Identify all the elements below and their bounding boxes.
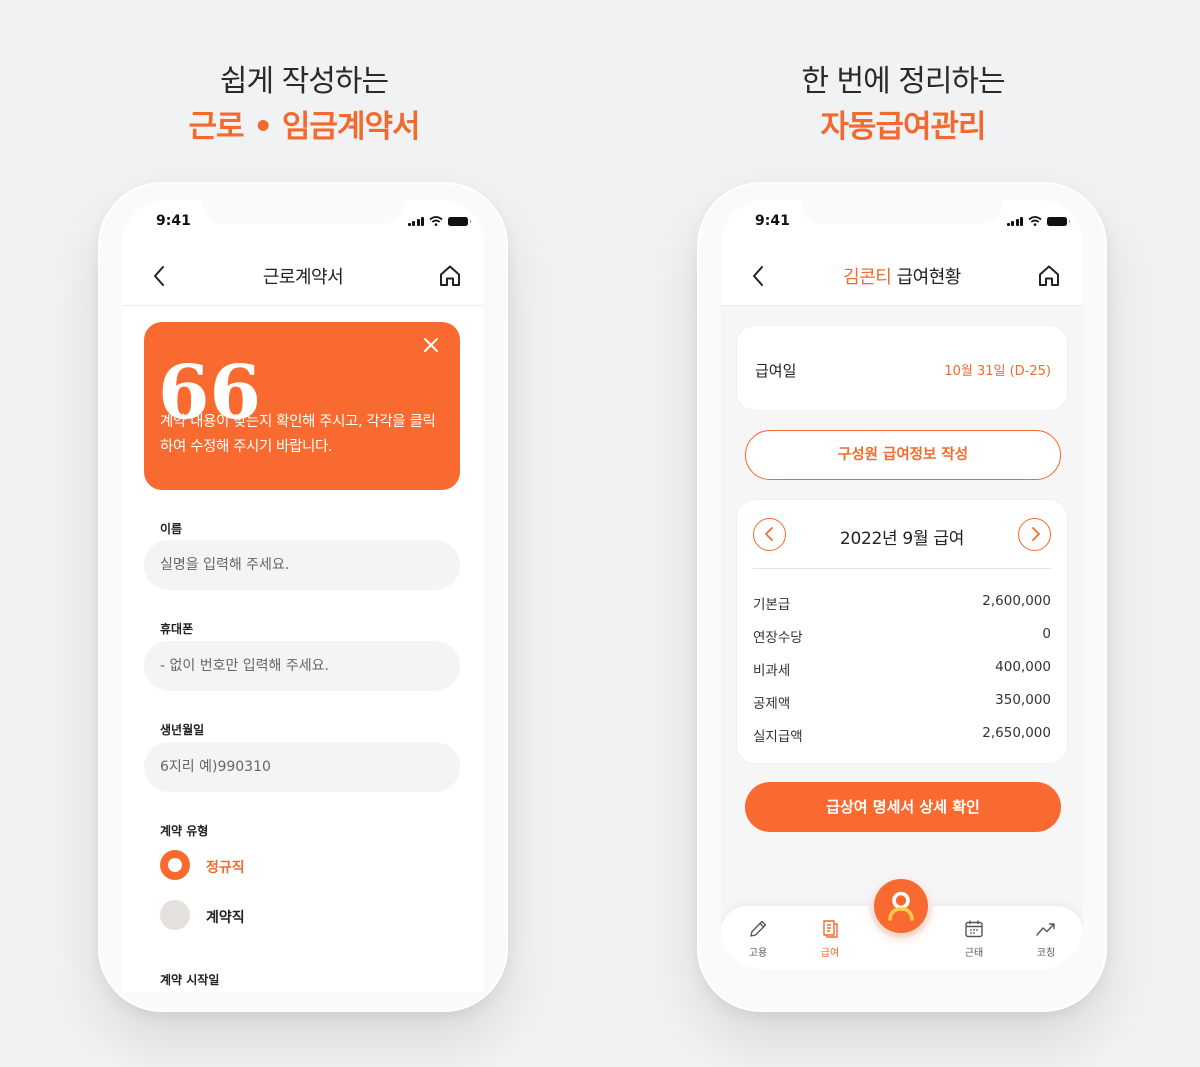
wifi-icon bbox=[1028, 216, 1042, 226]
payroll-screen: 9:41 김콘티 급여현황 급여일 10월 31일 (D-25) 구성원 급여정… bbox=[721, 200, 1083, 970]
row-value: 400,000 bbox=[995, 659, 1051, 675]
row-label: 연장수당 bbox=[753, 630, 803, 646]
start-date-label: 계약 시작일 bbox=[160, 973, 220, 987]
write-salary-info-button[interactable]: 구성원 급여정보 작성 bbox=[745, 430, 1061, 480]
monthly-salary-card: 2022년 9월 급여 기본급 2,600,000 연장수당 0 비과세 400,00… bbox=[737, 500, 1067, 763]
next-month-button[interactable] bbox=[1018, 518, 1051, 551]
salary-row: 비과세 400,000 bbox=[753, 659, 1051, 679]
radio-permanent[interactable] bbox=[160, 850, 190, 880]
status-bar: 9:41 bbox=[721, 212, 1083, 236]
page-title-suffix: 급여현황 bbox=[891, 267, 962, 288]
payday-value: 10월 31일 (D-25) bbox=[944, 364, 1051, 379]
birthdate-label: 생년월일 bbox=[160, 723, 205, 737]
pencil-icon bbox=[750, 920, 767, 937]
person-icon bbox=[888, 891, 914, 921]
home-icon[interactable] bbox=[1037, 264, 1061, 288]
home-icon[interactable] bbox=[438, 264, 462, 288]
row-label: 공제액 bbox=[753, 696, 791, 712]
contract-screen: 9:41 근로계약서 66 계약 내용이 맞는지 확인해 주시고, 각각을 클릭… bbox=[122, 200, 484, 992]
right-phone-mockup: 9:41 김콘티 급여현황 급여일 10월 31일 (D-25) 구성원 급여정… bbox=[697, 182, 1107, 1012]
row-label: 실지급액 bbox=[753, 729, 803, 745]
left-phone-mockup: 9:41 근로계약서 66 계약 내용이 맞는지 확인해 주시고, 각각을 클릭… bbox=[98, 182, 508, 1012]
tab-label: 코칭 bbox=[1036, 948, 1056, 959]
trend-icon bbox=[1036, 923, 1055, 936]
battery-icon bbox=[448, 216, 471, 226]
left-headline-line2: 근로 • 임금계약서 bbox=[188, 109, 420, 145]
radio-contract-label[interactable]: 계약직 bbox=[206, 907, 245, 927]
notice-message: 계약 내용이 맞는지 확인해 주시고, 각각을 클릭하여 수정해 주시기 바랍니… bbox=[160, 414, 436, 455]
radio-permanent-label[interactable]: 정규직 bbox=[206, 857, 245, 877]
calendar-icon bbox=[965, 920, 983, 938]
nav-bar: 김콘티 급여현황 bbox=[721, 250, 1083, 306]
tab-label: 근태 bbox=[964, 948, 984, 959]
wifi-icon bbox=[429, 216, 443, 226]
signal-icon bbox=[407, 216, 424, 226]
close-icon[interactable] bbox=[422, 336, 440, 354]
contract-type-label: 계약 유형 bbox=[160, 824, 209, 838]
left-headline-line1: 쉽게 작성하는 bbox=[219, 64, 389, 99]
nav-bar: 근로계약서 bbox=[122, 250, 484, 306]
profile-fab-button[interactable] bbox=[874, 879, 928, 933]
tab-payroll[interactable]: 급여 bbox=[805, 918, 855, 959]
tab-label: 고용 bbox=[748, 948, 768, 959]
right-headline-line1: 한 번에 정리하는 bbox=[801, 64, 1005, 99]
payday-card: 급여일 10월 31일 (D-25) bbox=[737, 326, 1067, 410]
row-label: 비과세 bbox=[753, 663, 791, 679]
salary-row: 공제액 350,000 bbox=[753, 692, 1051, 712]
payday-label: 급여일 bbox=[755, 362, 797, 380]
tab-attendance[interactable]: 근태 bbox=[949, 918, 999, 959]
signal-icon bbox=[1006, 216, 1023, 226]
row-label: 기본급 bbox=[753, 597, 791, 613]
row-value: 350,000 bbox=[995, 692, 1051, 708]
tab-employment[interactable]: 고용 bbox=[733, 918, 783, 959]
chevron-right-icon bbox=[1032, 527, 1040, 541]
birthdate-input[interactable]: 6지리 예)990310 bbox=[144, 742, 460, 792]
right-headline: 한 번에 정리하는 자동급여관리 bbox=[693, 60, 1113, 150]
tab-label: 급여 bbox=[820, 948, 840, 959]
notice-banner: 66 계약 내용이 맞는지 확인해 주시고, 각각을 클릭하여 수정해 주시기 … bbox=[144, 322, 460, 490]
payslip-icon bbox=[823, 920, 838, 938]
row-value: 2,650,000 bbox=[982, 725, 1051, 741]
status-time: 9:41 bbox=[156, 213, 191, 229]
card-divider bbox=[753, 568, 1051, 569]
payslip-detail-button[interactable]: 급상여 명세서 상세 확인 bbox=[745, 782, 1061, 832]
name-input[interactable]: 실명을 입력해 주세요. bbox=[144, 540, 460, 590]
name-label: 이름 bbox=[160, 522, 183, 536]
row-value: 0 bbox=[1042, 626, 1051, 642]
salary-row: 연장수당 0 bbox=[753, 626, 1051, 646]
status-time: 9:41 bbox=[755, 213, 790, 229]
phone-input[interactable]: - 없이 번호만 입력해 주세요. bbox=[144, 641, 460, 691]
status-bar: 9:41 bbox=[122, 212, 484, 236]
left-headline: 쉽게 작성하는 근로 • 임금계약서 bbox=[94, 60, 514, 150]
salary-row: 실지급액 2,650,000 bbox=[753, 725, 1051, 745]
radio-contract[interactable] bbox=[160, 900, 190, 930]
row-value: 2,600,000 bbox=[982, 593, 1051, 609]
phone-label: 휴대폰 bbox=[160, 622, 194, 636]
page-title: 근로계약서 bbox=[262, 267, 344, 288]
page-title: 김콘티 급여현황 bbox=[721, 263, 1083, 289]
month-navigator: 2022년 9월 급여 bbox=[737, 518, 1067, 554]
battery-icon bbox=[1047, 216, 1070, 226]
employee-name: 김콘티 bbox=[843, 267, 892, 288]
right-headline-line2: 자동급여관리 bbox=[820, 109, 986, 145]
salary-row: 기본급 2,600,000 bbox=[753, 593, 1051, 613]
tab-coaching[interactable]: 코칭 bbox=[1021, 918, 1071, 959]
